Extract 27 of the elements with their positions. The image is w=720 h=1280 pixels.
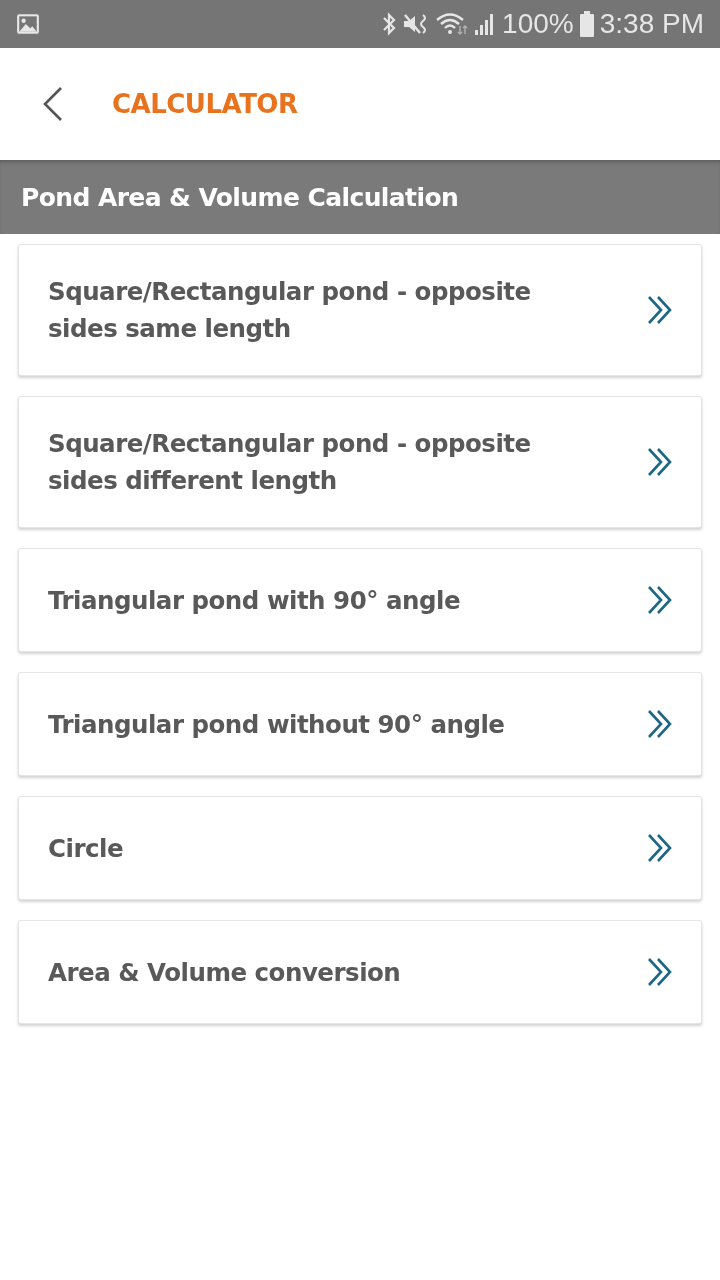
back-chevron-icon bbox=[42, 86, 64, 122]
calculator-option-card[interactable]: Triangular pond with 90° angle bbox=[18, 548, 702, 652]
calculator-option-card[interactable]: Square/Rectangular pond - opposite sides same length bbox=[18, 244, 702, 376]
double-chevron-icon bbox=[647, 709, 673, 739]
calculator-option-card[interactable]: Circle bbox=[18, 796, 702, 900]
option-label: Triangular pond with 90° angle bbox=[48, 584, 460, 617]
calculator-option-card[interactable]: Square/Rectangular pond - opposite sides different length bbox=[18, 396, 702, 528]
option-label: Square/Rectangular pond - opposite sides different length bbox=[48, 428, 532, 497]
double-chevron-icon bbox=[647, 585, 673, 615]
status-time: 3:38 PM bbox=[599, 7, 704, 41]
double-chevron-icon bbox=[647, 447, 673, 477]
option-label: Square/Rectangular pond - opposite sides same length bbox=[48, 276, 532, 345]
screen-title: CALCULATOR bbox=[112, 89, 298, 119]
image-notification-icon bbox=[16, 13, 40, 35]
option-label: Area & Volume conversion bbox=[48, 956, 401, 989]
option-label: Circle bbox=[48, 832, 123, 865]
wifi-icon bbox=[436, 12, 469, 36]
section-title: Pond Area & Volume Calculation bbox=[21, 182, 459, 212]
battery-percentage: 100% bbox=[502, 7, 574, 41]
battery-icon bbox=[579, 11, 594, 37]
calculator-option-card[interactable]: Triangular pond without 90° angle bbox=[18, 672, 702, 776]
double-chevron-icon bbox=[647, 833, 673, 863]
bluetooth-icon bbox=[382, 12, 397, 36]
calculator-option-card[interactable]: Area & Volume conversion bbox=[18, 920, 702, 1024]
double-chevron-icon bbox=[647, 295, 673, 325]
double-chevron-icon bbox=[647, 957, 673, 987]
option-label: Triangular pond without 90° angle bbox=[48, 708, 505, 741]
